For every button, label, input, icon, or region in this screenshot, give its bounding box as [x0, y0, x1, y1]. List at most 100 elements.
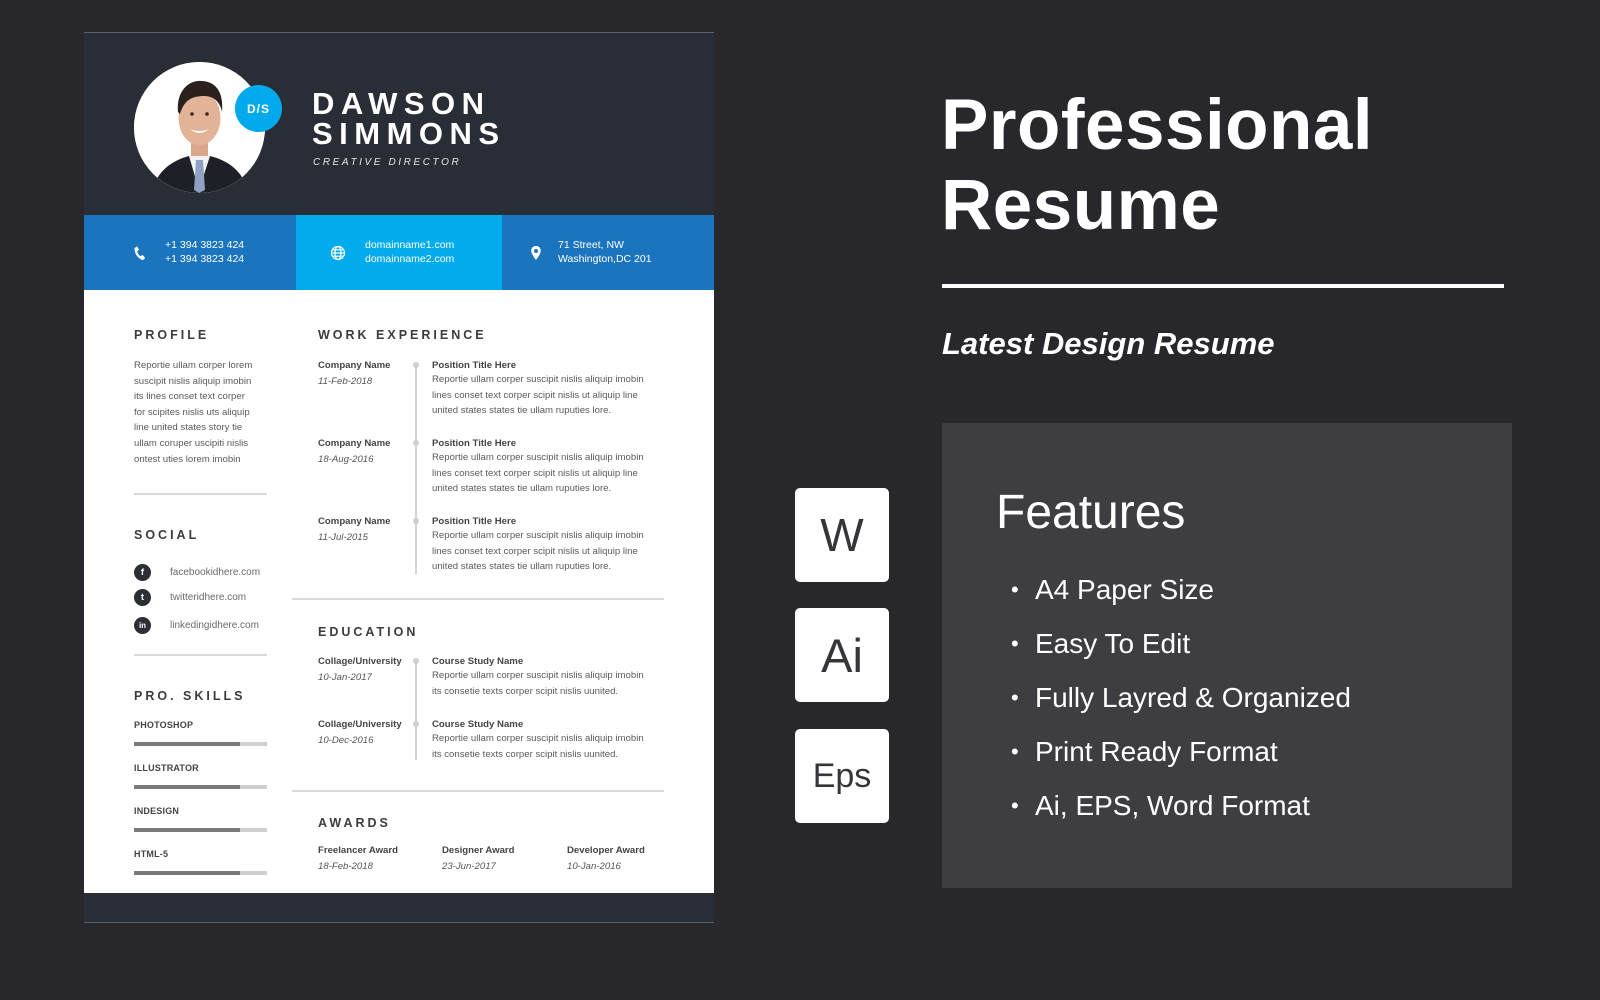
description-line: lines conset text corper scipit nislis u… — [432, 467, 638, 479]
promo-subtitle: Latest Design Resume — [942, 326, 1275, 361]
resume-header: D/S DAWSON SIMMONS CREATIVE DIRECTOR — [84, 33, 714, 215]
description-line: Reportie ullam corper suscipit nislis al… — [432, 374, 644, 385]
education-entry-detail: Course Study Name Reportie ullam corper … — [432, 656, 672, 699]
description-line: united states states tie ullam ruputies … — [432, 483, 612, 495]
education-description: Reportie ullam corper suscipit nislis al… — [432, 731, 672, 762]
skill-illustrator: ILLUSTRATOR — [134, 763, 267, 789]
illustrator-format-icon: Ai — [795, 608, 889, 702]
work-description: Reportie ullam corper suscipit nislis al… — [432, 528, 672, 575]
award-item: Designer Award 23-Jun-2017 — [442, 845, 515, 872]
description-line: its consetie texts corper scipit nislis … — [432, 748, 619, 760]
description-line: its consetie texts corper scipit nislis … — [432, 685, 619, 697]
education-entry-meta: Collage/University 10-Jan-2017 — [318, 656, 418, 683]
skill-name: ILLUSTRATOR — [134, 763, 199, 773]
linkedin-icon: in — [134, 617, 151, 634]
position-title: Position Title Here — [432, 438, 517, 449]
linkedin-link[interactable]: linkedingidhere.com — [170, 620, 259, 631]
skill-name: HTML-5 — [134, 849, 169, 859]
award-date: 10-Jan-2016 — [567, 861, 621, 872]
contact-web: domainname1.com domainname2.com — [296, 215, 502, 290]
skill-bar — [134, 785, 267, 789]
profile-line: ullam coruper uscipiti nislis — [134, 437, 249, 449]
contact-phone: +1 394 3823 424 +1 394 3823 424 — [84, 215, 296, 290]
profile-line: Reportie ullam corper lorem — [134, 360, 253, 371]
skill-name: PHOTOSHOP — [134, 720, 194, 730]
profile-line: suscipit nislis aliquip imobin — [134, 375, 252, 387]
award-date: 23-Jun-2017 — [442, 861, 496, 872]
skill-bar-fill — [134, 828, 241, 832]
description-line: Reportie ullam corper suscipit nislis al… — [432, 670, 644, 681]
address-line-1: 71 Street, NW — [558, 239, 624, 251]
description-line: Reportie ullam corper suscipit nislis al… — [432, 733, 644, 744]
work-date: 11-Feb-2018 — [318, 376, 373, 387]
facebook-icon: f — [134, 564, 151, 581]
address-line-2: Washington,DC 201 — [558, 252, 652, 265]
profile-line: ontest uties lorem imobin — [134, 453, 241, 465]
skill-indesign: INDESIGN — [134, 806, 267, 832]
feature-label: Fully Layred & Organized — [1035, 682, 1351, 713]
divider — [292, 790, 664, 792]
skill-name: INDESIGN — [134, 806, 180, 816]
bullet-icon: • — [1011, 793, 1019, 818]
skill-bar — [134, 828, 267, 832]
company-name: Company Name — [318, 438, 391, 449]
twitter-link[interactable]: twitteridhere.com — [170, 592, 246, 603]
word-format-icon: W — [795, 488, 889, 582]
title-divider — [942, 284, 1504, 288]
work-entry-meta: Company Name 18-Aug-2016 — [318, 438, 418, 465]
phone-line-1: +1 394 3823 424 — [165, 239, 245, 251]
eps-format-icon: Eps — [795, 729, 889, 823]
skill-html5: HTML-5 — [134, 849, 267, 875]
contact-bar: +1 394 3823 424 +1 394 3823 424 domainna… — [84, 215, 714, 290]
candidate-name: DAWSON SIMMONS — [312, 86, 506, 149]
award-name: Designer Award — [442, 845, 515, 856]
resume-body: PROFILE Reportie ullam corper lorem susc… — [84, 290, 714, 893]
promo-title-line-2: Resume — [941, 166, 1221, 245]
social-item-facebook[interactable]: f facebookidhere.com — [134, 564, 260, 581]
company-name: Company Name — [318, 360, 391, 371]
education-entry-meta: Collage/University 10-Dec-2016 — [318, 719, 418, 746]
facebook-link[interactable]: facebookidhere.com — [170, 567, 260, 578]
course-name: Course Study Name — [432, 656, 524, 667]
school-name: Collage/University — [318, 656, 402, 667]
social-item-linkedin[interactable]: in linkedingidhere.com — [134, 617, 259, 634]
profile-line: line united states story tie — [134, 422, 243, 434]
skill-photoshop: PHOTOSHOP — [134, 720, 267, 746]
first-name: DAWSON — [312, 86, 491, 121]
feature-item: • A4 Paper Size — [1011, 570, 1351, 624]
promo-title: Professional Resume — [941, 86, 1373, 246]
description-line: united states states tie ullam ruputies … — [432, 561, 612, 573]
globe-icon — [330, 245, 346, 261]
social-item-twitter[interactable]: t twitteridhere.com — [134, 589, 246, 606]
feature-item: • Easy To Edit — [1011, 624, 1351, 678]
resume-preview: D/S DAWSON SIMMONS CREATIVE DIRECTOR +1 … — [84, 32, 714, 923]
bullet-icon: • — [1011, 739, 1019, 764]
features-list: • A4 Paper Size • Easy To Edit • Fully Layr… — [1011, 570, 1351, 840]
description-line: lines conset text corper scipit nislis u… — [432, 389, 638, 401]
bullet-icon: • — [1011, 631, 1019, 656]
feature-label: Easy To Edit — [1035, 628, 1191, 659]
website-line-1: domainname1.com — [365, 239, 455, 251]
feature-item: • Ai, EPS, Word Format — [1011, 786, 1351, 840]
skill-bar — [134, 871, 267, 875]
education-date: 10-Jan-2017 — [318, 672, 372, 683]
skill-bar-fill — [134, 742, 241, 746]
profile-line: for scipites nislis uts aliquip — [134, 406, 250, 418]
work-date: 11-Jul-2015 — [318, 532, 368, 543]
description-line: Reportie ullam corper suscipit nislis al… — [432, 452, 644, 463]
award-name: Developer Award — [567, 845, 645, 856]
twitter-icon: t — [134, 589, 151, 606]
feature-label: Print Ready Format — [1035, 736, 1278, 767]
company-name: Company Name — [318, 516, 391, 527]
description-line: Reportie ullam corper suscipit nislis al… — [432, 530, 644, 541]
work-entry-detail: Position Title Here Reportie ullam corpe… — [432, 438, 672, 497]
job-title: CREATIVE DIRECTOR — [313, 157, 462, 168]
contact-address: 71 Street, NW Washington,DC 201 — [502, 215, 714, 290]
work-date: 18-Aug-2016 — [318, 454, 374, 465]
position-title: Position Title Here — [432, 360, 517, 371]
work-entry-meta: Company Name 11-Jul-2015 — [318, 516, 418, 543]
promo-title-line-1: Professional — [941, 86, 1374, 165]
education-description: Reportie ullam corper suscipit nislis al… — [432, 668, 672, 699]
description-line: united states states tie ullam ruputies … — [432, 405, 612, 417]
skill-bar — [134, 742, 267, 746]
